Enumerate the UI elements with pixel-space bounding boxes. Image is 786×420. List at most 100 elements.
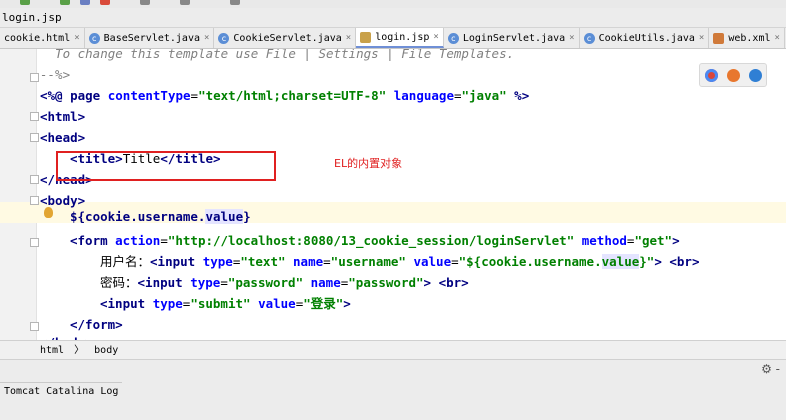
debug-icon[interactable] xyxy=(60,0,70,5)
attr-value: "java" xyxy=(461,88,507,103)
directive-open: <%@ xyxy=(40,88,71,103)
run-icon[interactable] xyxy=(20,0,30,5)
firefox-icon[interactable] xyxy=(726,68,740,82)
tab-label: BaseServlet.java xyxy=(103,32,200,44)
tab-cookieutils-java[interactable]: c CookieUtils.java × xyxy=(580,28,710,48)
tab-label: cookie.html xyxy=(4,32,71,44)
close-icon[interactable]: × xyxy=(775,33,780,43)
el-highlight: value xyxy=(601,254,640,269)
attr-value: "submit" xyxy=(190,296,251,311)
tab-label: web.xml xyxy=(728,32,771,44)
close-icon[interactable]: × xyxy=(699,33,704,43)
el-text: ${cookie.username. xyxy=(70,209,206,224)
fold-icon[interactable] xyxy=(30,196,39,205)
attr-name: value xyxy=(250,296,296,311)
code-editor[interactable]: To change this template use File | Setti… xyxy=(0,49,786,340)
fold-icon[interactable] xyxy=(30,238,39,247)
attr-name: value xyxy=(405,254,452,269)
attr-value: "登录" xyxy=(303,296,344,311)
attr-value: "text/html;charset=UTF-8" xyxy=(198,88,387,103)
attr-name: contentType xyxy=(107,88,191,103)
breadcrumb-body[interactable]: body xyxy=(94,345,118,356)
attr-value: "${cookie.username. xyxy=(458,254,602,269)
breadcrumb-html[interactable]: html xyxy=(40,345,64,356)
attr-name: name xyxy=(285,254,324,269)
tab-baseservlet-java[interactable]: c BaseServlet.java × xyxy=(85,28,215,48)
tag: > xyxy=(423,275,432,290)
code-line-comment: To change this template use File | Setti… xyxy=(40,49,515,61)
tab-login-jsp[interactable]: login.jsp × xyxy=(356,28,444,48)
tab-label: CookieServlet.java xyxy=(233,32,342,44)
attr-name: type xyxy=(152,296,183,311)
text: 用户名： xyxy=(100,254,151,269)
tab-cookieservlet-java[interactable]: c CookieServlet.java × xyxy=(214,28,357,48)
tab-tomcat-catalina-log[interactable]: Tomcat Catalina Log xyxy=(0,382,123,401)
forward-icon[interactable] xyxy=(180,0,190,5)
java-class-icon: c xyxy=(447,32,459,44)
breadcrumb-file[interactable]: login.jsp xyxy=(2,11,62,24)
jsp-file-icon xyxy=(360,31,372,43)
close-icon[interactable]: × xyxy=(569,33,574,43)
code-line-form-open: <form action="http://localhost:8080/13_c… xyxy=(70,233,680,248)
code-line-comment-end: --%> xyxy=(40,67,71,82)
code-line-el-expression: ${cookie.username.value} xyxy=(70,206,251,227)
build-icon[interactable] xyxy=(80,0,90,5)
fold-icon[interactable] xyxy=(30,322,39,331)
attr-name: type xyxy=(202,254,233,269)
attr-value: "text" xyxy=(240,254,286,269)
fold-icon[interactable] xyxy=(30,112,39,121)
tab-web-xml[interactable]: web.xml × xyxy=(709,28,785,48)
tag: <br> xyxy=(661,254,700,269)
java-class-icon: c xyxy=(583,32,595,44)
close-icon[interactable]: × xyxy=(74,33,79,43)
attr-value: "get" xyxy=(634,233,673,248)
text: 密码： xyxy=(100,275,138,290)
tag: <br> xyxy=(431,275,469,290)
tag: > xyxy=(654,254,662,269)
code-line-input-submit: <input type="submit" value="登录"> xyxy=(100,296,351,311)
panel-settings-icon[interactable]: ⚙ - xyxy=(761,362,780,376)
annotation-box xyxy=(56,151,276,181)
ie-icon[interactable] xyxy=(748,68,762,82)
undo-icon[interactable] xyxy=(140,0,150,5)
tag: <input xyxy=(150,254,203,269)
close-icon[interactable]: × xyxy=(346,33,351,43)
el-highlight: value xyxy=(205,209,244,224)
tab-loginservlet-java[interactable]: c LoginServlet.java × xyxy=(444,28,580,48)
attr-value: "username" xyxy=(330,254,406,269)
fold-icon[interactable] xyxy=(30,175,39,184)
tag: <input xyxy=(100,296,153,311)
close-icon[interactable]: × xyxy=(433,32,438,42)
fold-icon[interactable] xyxy=(30,73,39,82)
code-line-head-open: <head> xyxy=(40,130,86,145)
tag: <form xyxy=(70,233,116,248)
code-line-input-password: 密码：<input type="password" name="password… xyxy=(100,275,469,290)
lightbulb-icon[interactable] xyxy=(44,207,53,218)
stop-icon[interactable] xyxy=(100,0,110,5)
attr-name: type xyxy=(190,275,221,290)
browser-preview-bar xyxy=(699,63,767,87)
tab-label: CookieUtils.java xyxy=(598,32,695,44)
code-line-html-open: <html> xyxy=(40,109,86,124)
settings-icon[interactable] xyxy=(230,0,240,5)
tab-label: LoginServlet.java xyxy=(462,32,566,44)
xml-file-icon xyxy=(713,32,725,44)
attr-name: method xyxy=(574,233,627,248)
code-line-page-directive: <%@ page contentType="text/html;charset=… xyxy=(40,88,530,103)
bottom-tool-panel: ⚙ - Tomcat Catalina Log xyxy=(0,360,786,420)
fold-icon[interactable] xyxy=(30,133,39,142)
attr-name: action xyxy=(115,233,161,248)
directive-close: %> xyxy=(506,88,530,103)
el-text: } xyxy=(243,209,251,224)
attr-value: "http://localhost:8080/13_cookie_session… xyxy=(167,233,575,248)
close-icon[interactable]: × xyxy=(204,33,209,43)
attr-value: "password" xyxy=(348,275,424,290)
annotation-label: EL的内置对象 xyxy=(334,157,403,170)
tag: > xyxy=(672,233,680,248)
tab-cookie-html[interactable]: cookie.html × xyxy=(0,28,85,48)
tag: > xyxy=(343,296,351,311)
editor-breadcrumb-bar: html 〉 body xyxy=(0,340,786,360)
chrome-icon[interactable] xyxy=(704,68,718,82)
editor-tabs: cookie.html × c BaseServlet.java × c Coo… xyxy=(0,28,786,49)
attr-value: }" xyxy=(639,254,655,269)
